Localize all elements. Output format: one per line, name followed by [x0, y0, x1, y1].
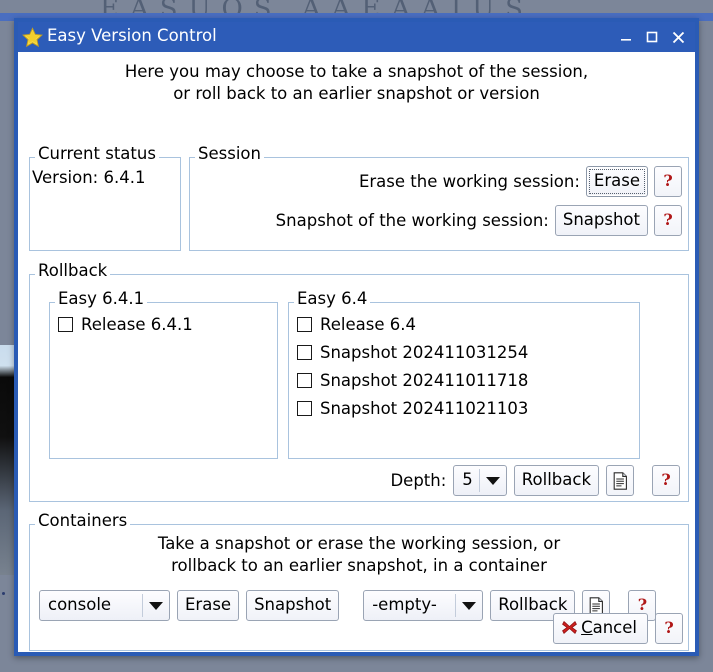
containers-description-line-2: rollback to an earlier snapshot, in a co… [171, 556, 547, 576]
background-window-dot [2, 592, 5, 595]
list-item[interactable]: Release 6.4.1 [58, 315, 273, 334]
session-snapshot-label: Snapshot of the working session: [275, 211, 549, 230]
depth-label: Depth: [390, 471, 447, 490]
session-snapshot-button[interactable]: Snapshot [554, 205, 648, 236]
chevron-down-icon[interactable] [480, 466, 506, 495]
maximize-icon[interactable] [639, 25, 665, 49]
session-snapshot-help-button[interactable]: ? [654, 205, 682, 236]
containers-description-line-1: Take a snapshot or erase the working ses… [157, 534, 561, 553]
checkbox[interactable] [58, 317, 73, 332]
rollback-version-group-6-4-1: Easy 6.4.1 Release 6.4.1 [49, 290, 278, 459]
list-item-label: Snapshot 202411021103 [320, 399, 529, 418]
rollback-button[interactable]: Rollback [513, 465, 599, 496]
list-item[interactable]: Snapshot 202411031254 [297, 343, 635, 362]
current-status-legend: Current status [35, 145, 159, 163]
session-erase-help-button[interactable]: ? [654, 166, 682, 197]
rollback-group: Rollback Easy 6.4.1 Release 6.4.1 Easy 6… [29, 262, 689, 502]
cancel-mnemonic: C [581, 618, 593, 637]
rollback-version-legend: Easy 6.4 [294, 290, 371, 308]
star-icon [22, 26, 43, 47]
containers-snapshot-button[interactable]: Snapshot [246, 590, 340, 621]
intro-text: Here you may choose to take a snapshot o… [18, 52, 695, 110]
dialog-footer: Cancel ? [553, 613, 683, 644]
easy-version-control-window: Easy Version Control Here you may choose… [14, 18, 699, 656]
list-item[interactable]: Release 6.4 [297, 315, 635, 334]
list-item-label: Release 6.4 [320, 315, 416, 334]
containers-legend: Containers [35, 512, 131, 530]
rollback-version-legend: Easy 6.4.1 [55, 290, 148, 308]
checkbox[interactable] [297, 317, 312, 332]
rollback-help-button[interactable]: ? [652, 465, 680, 496]
list-item-label: Snapshot 202411031254 [320, 343, 529, 362]
checkbox[interactable] [297, 373, 312, 388]
rollback-legend: Rollback [35, 262, 111, 280]
rollback-action-row: Depth: 5 Rollback ? [390, 465, 680, 496]
intro-line-2: or roll back to an earlier snapshot or v… [173, 84, 540, 104]
session-erase-row: Erase the working session: Erase ? [190, 166, 688, 197]
rollback-version-item-list: Release 6.4.1 [58, 315, 273, 343]
depth-select[interactable]: 5 [453, 465, 507, 496]
containers-erase-button[interactable]: Erase [177, 590, 240, 621]
current-status-group: Current status Version: 6.4.1 [29, 145, 181, 251]
question-mark-icon: ? [663, 209, 673, 229]
intro-line-1: Here you may choose to take a snapshot o… [124, 62, 589, 81]
red-x-icon [562, 620, 577, 635]
question-mark-icon: ? [661, 469, 671, 489]
depth-select-value: 5 [462, 470, 473, 489]
chevron-down-icon[interactable] [456, 591, 482, 620]
window-titlebar[interactable]: Easy Version Control [18, 22, 695, 52]
footer-help-button[interactable]: ? [655, 613, 683, 644]
cancel-label-rest: ancel [592, 618, 637, 637]
chevron-down-icon[interactable] [143, 591, 169, 620]
rollback-version-group-6-4: Easy 6.4 Release 6.4 Snapshot 2024110312… [288, 290, 640, 459]
document-icon [589, 596, 603, 615]
checkbox[interactable] [297, 345, 312, 360]
rollback-log-document-button[interactable] [606, 465, 634, 496]
container-select-value: console [48, 595, 112, 614]
session-group: Session Erase the working session: Erase… [189, 145, 689, 251]
window-client-area: Here you may choose to take a snapshot o… [18, 52, 695, 652]
question-mark-icon: ? [637, 594, 648, 614]
session-legend: Session [195, 145, 264, 163]
checkbox[interactable] [297, 401, 312, 416]
list-item-label: Snapshot 202411011718 [320, 371, 529, 390]
rollback-version-item-list: Release 6.4 Snapshot 202411031254 Snapsh… [297, 315, 635, 427]
list-item-label: Release 6.4.1 [81, 315, 193, 334]
cancel-button[interactable]: Cancel [553, 613, 648, 644]
session-snapshot-row: Snapshot of the working session: Snapsho… [190, 205, 688, 236]
document-icon [613, 471, 627, 490]
containers-snapshot-select-value: -empty- [372, 595, 437, 614]
list-item[interactable]: Snapshot 202411021103 [297, 399, 635, 418]
version-label: Version: 6.4.1 [32, 168, 146, 187]
question-mark-icon: ? [664, 617, 674, 637]
question-mark-icon: ? [663, 170, 673, 190]
list-item[interactable]: Snapshot 202411011718 [297, 371, 635, 390]
container-select[interactable]: console [39, 590, 170, 621]
containers-description: Take a snapshot or erase the working ses… [30, 533, 688, 578]
minimize-icon[interactable] [613, 25, 639, 49]
window-title: Easy Version Control [47, 25, 217, 45]
session-erase-button[interactable]: Erase [585, 166, 648, 197]
containers-snapshot-select[interactable]: -empty- [363, 590, 484, 621]
close-icon[interactable] [665, 25, 691, 49]
session-erase-label: Erase the working session: [358, 172, 580, 191]
